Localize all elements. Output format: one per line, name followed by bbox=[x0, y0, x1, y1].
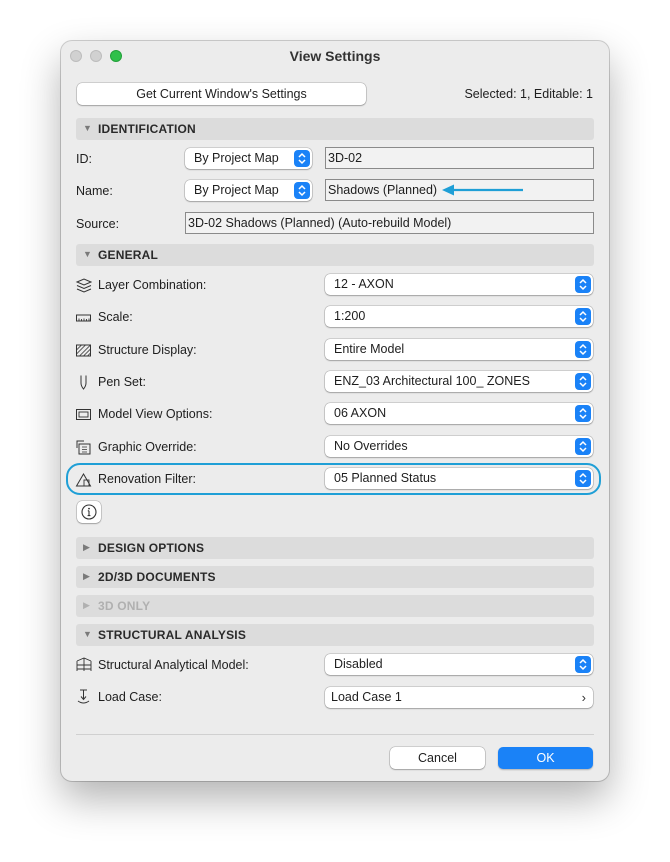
pen-icon bbox=[80, 375, 87, 390]
stepper-icon bbox=[294, 182, 310, 199]
renovation-filter-value: 05 Planned Status bbox=[334, 471, 437, 485]
layer-combination-label: Layer Combination: bbox=[98, 278, 207, 292]
info-icon bbox=[81, 504, 97, 520]
section-title: 3D ONLY bbox=[98, 599, 151, 613]
load-case-select[interactable]: Load Case 1 › bbox=[325, 687, 593, 708]
model-view-options-label: Model View Options: bbox=[98, 407, 213, 421]
graphic-override-label: Graphic Override: bbox=[98, 440, 197, 454]
section-title: GENERAL bbox=[98, 248, 159, 262]
stepper-icon bbox=[575, 276, 591, 293]
structural-model-icon bbox=[76, 657, 92, 671]
source-field: 3D-02 Shadows (Planned) (Auto-rebuild Mo… bbox=[185, 212, 594, 234]
id-label: ID: bbox=[76, 152, 92, 166]
title-bar[interactable]: View Settings bbox=[61, 41, 609, 71]
scale-label: Scale: bbox=[98, 310, 133, 324]
section-title: 2D/3D DOCUMENTS bbox=[98, 570, 216, 584]
view-settings-dialog: View Settings Get Current Window's Setti… bbox=[61, 41, 609, 781]
layer-combination-select[interactable]: 12 - AXON bbox=[325, 274, 593, 295]
section-identification[interactable]: ▼ IDENTIFICATION bbox=[76, 118, 594, 140]
section-structural-analysis[interactable]: ▼ STRUCTURAL ANALYSIS bbox=[76, 624, 594, 646]
ruler-icon bbox=[76, 314, 91, 322]
name-label: Name: bbox=[76, 184, 113, 198]
load-case-label: Load Case: bbox=[98, 690, 162, 704]
hatch-icon bbox=[76, 344, 91, 357]
name-mode-select[interactable]: By Project Map bbox=[185, 180, 312, 201]
id-mode-value: By Project Map bbox=[194, 151, 279, 165]
stepper-icon bbox=[575, 438, 591, 455]
pen-set-label: Pen Set: bbox=[98, 375, 146, 389]
window-icon bbox=[76, 409, 91, 420]
graphic-override-select[interactable]: No Overrides bbox=[325, 436, 593, 457]
arrow-annotation-icon bbox=[442, 184, 523, 196]
graphic-override-value: No Overrides bbox=[334, 439, 408, 453]
name-mode-value: By Project Map bbox=[194, 183, 279, 197]
stepper-icon bbox=[575, 308, 591, 325]
ok-button[interactable]: OK bbox=[498, 747, 593, 769]
stepper-icon bbox=[575, 405, 591, 422]
model-view-options-select[interactable]: 06 AXON bbox=[325, 403, 593, 424]
disclosure-open-icon: ▼ bbox=[83, 629, 92, 639]
renovation-filter-select[interactable]: 05 Planned Status bbox=[325, 468, 593, 489]
scale-select[interactable]: 1:200 bbox=[325, 306, 593, 327]
structure-display-select[interactable]: Entire Model bbox=[325, 339, 593, 360]
section-2d-3d-documents[interactable]: ▶ 2D/3D DOCUMENTS bbox=[76, 566, 594, 588]
selection-status: Selected: 1, Editable: 1 bbox=[464, 87, 593, 101]
load-case-value: Load Case 1 bbox=[331, 690, 402, 704]
window-title: View Settings bbox=[289, 48, 381, 64]
section-title: IDENTIFICATION bbox=[98, 122, 196, 136]
stepper-icon bbox=[575, 373, 591, 390]
model-view-options-value: 06 AXON bbox=[334, 406, 387, 420]
section-title: DESIGN OPTIONS bbox=[98, 541, 205, 555]
footer-divider bbox=[76, 734, 594, 735]
disclosure-closed-icon: ▶ bbox=[83, 542, 90, 552]
cancel-button[interactable]: Cancel bbox=[390, 747, 485, 769]
id-mode-select[interactable]: By Project Map bbox=[185, 148, 312, 169]
get-current-window-settings-button[interactable]: Get Current Window's Settings bbox=[77, 83, 366, 105]
source-label: Source: bbox=[76, 217, 120, 231]
section-3d-only: ▶ 3D ONLY bbox=[76, 595, 594, 617]
layer-combination-value: 12 - AXON bbox=[334, 277, 394, 291]
stepper-icon bbox=[575, 656, 591, 673]
structure-display-value: Entire Model bbox=[334, 342, 405, 356]
stepper-icon bbox=[294, 150, 310, 167]
disclosure-open-icon: ▼ bbox=[83, 249, 92, 259]
stepper-icon bbox=[575, 341, 591, 358]
pen-set-select[interactable]: ENZ_03 Architectural 100_ ZONES bbox=[325, 371, 593, 392]
layers-icon bbox=[75, 278, 92, 293]
pen-set-value: ENZ_03 Architectural 100_ ZONES bbox=[334, 374, 530, 388]
disclosure-closed-icon: ▶ bbox=[83, 571, 90, 581]
id-field[interactable]: 3D-02 bbox=[325, 147, 594, 169]
stepper-icon bbox=[575, 470, 591, 487]
section-title: STRUCTURAL ANALYSIS bbox=[98, 628, 247, 642]
renovation-icon bbox=[75, 473, 92, 487]
info-button[interactable] bbox=[77, 501, 101, 523]
disclosure-open-icon: ▼ bbox=[83, 123, 92, 133]
structural-model-select[interactable]: Disabled bbox=[325, 654, 593, 675]
renovation-filter-label: Renovation Filter: bbox=[98, 472, 196, 486]
structural-model-label: Structural Analytical Model: bbox=[98, 658, 249, 672]
load-case-icon bbox=[77, 689, 90, 704]
section-design-options[interactable]: ▶ DESIGN OPTIONS bbox=[76, 537, 594, 559]
override-icon bbox=[76, 440, 91, 455]
section-general[interactable]: ▼ GENERAL bbox=[76, 244, 594, 266]
disclosure-closed-icon: ▶ bbox=[83, 600, 90, 610]
structural-model-value: Disabled bbox=[334, 657, 383, 671]
chevron-right-icon: › bbox=[581, 690, 586, 705]
structure-display-label: Structure Display: bbox=[98, 343, 197, 357]
scale-value: 1:200 bbox=[334, 309, 366, 323]
